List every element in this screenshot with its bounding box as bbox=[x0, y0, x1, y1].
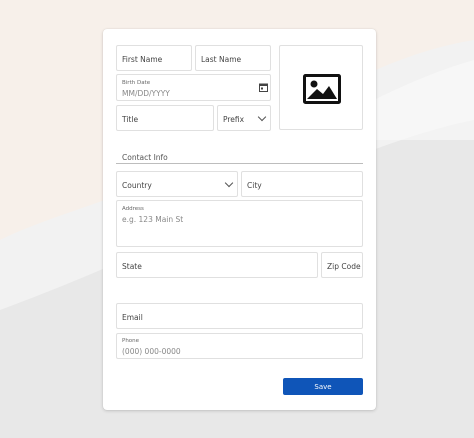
image-icon bbox=[303, 74, 341, 104]
prefix-select[interactable]: Prefix bbox=[217, 105, 271, 131]
zip-code-field[interactable]: Zip Code bbox=[321, 252, 363, 278]
birth-date-label: Birth Date bbox=[122, 80, 151, 86]
zip-code-placeholder: Zip Code bbox=[327, 262, 361, 271]
state-placeholder: State bbox=[122, 262, 142, 271]
save-button[interactable]: Save bbox=[283, 378, 363, 395]
state-field[interactable]: State bbox=[116, 252, 318, 278]
address-placeholder: e.g. 123 Main St bbox=[122, 215, 184, 224]
last-name-placeholder: Last Name bbox=[201, 55, 242, 64]
address-field[interactable]: Address e.g. 123 Main St bbox=[116, 200, 363, 247]
title-field[interactable]: Title bbox=[116, 105, 214, 131]
birth-date-placeholder: MM/DD/YYYY bbox=[122, 89, 170, 98]
calendar-icon[interactable] bbox=[259, 83, 268, 92]
chevron-down-icon bbox=[224, 178, 234, 188]
first-name-field[interactable]: First Name bbox=[116, 45, 192, 71]
phone-field[interactable]: Phone (000) 000-0000 bbox=[116, 333, 363, 359]
last-name-field[interactable]: Last Name bbox=[195, 45, 271, 71]
contact-info-heading: Contact Info bbox=[122, 153, 168, 162]
city-placeholder: City bbox=[247, 181, 262, 190]
phone-placeholder: (000) 000-0000 bbox=[122, 347, 181, 356]
section-divider bbox=[116, 163, 363, 164]
first-name-placeholder: First Name bbox=[122, 55, 163, 64]
email-placeholder: Email bbox=[122, 313, 143, 322]
birth-date-field[interactable]: Birth Date MM/DD/YYYY bbox=[116, 74, 271, 101]
photo-upload[interactable] bbox=[279, 45, 363, 130]
email-field[interactable]: Email bbox=[116, 303, 363, 329]
chevron-down-icon bbox=[257, 112, 267, 122]
phone-label: Phone bbox=[122, 338, 140, 344]
title-placeholder: Title bbox=[122, 115, 139, 124]
prefix-placeholder: Prefix bbox=[223, 115, 245, 124]
city-field[interactable]: City bbox=[241, 171, 363, 197]
country-placeholder: Country bbox=[122, 181, 152, 190]
country-select[interactable]: Country bbox=[116, 171, 238, 197]
address-label: Address bbox=[122, 206, 144, 212]
